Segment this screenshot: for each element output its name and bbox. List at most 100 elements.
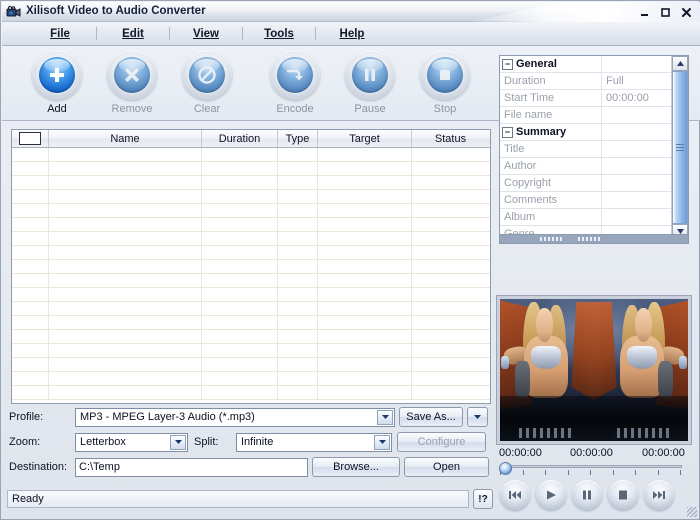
- property-row[interactable]: Duration Full: [500, 73, 672, 90]
- table-cell: [318, 162, 412, 175]
- previous-button[interactable]: [500, 480, 530, 510]
- property-row[interactable]: Album: [500, 209, 672, 226]
- table-row[interactable]: [12, 330, 490, 344]
- property-value[interactable]: [602, 124, 671, 140]
- toolbar-button-stop[interactable]: Stop: [410, 50, 480, 118]
- property-group-row[interactable]: − Summary: [500, 124, 672, 141]
- maximize-button[interactable]: [656, 4, 675, 20]
- table-row[interactable]: [12, 316, 490, 330]
- configure-button[interactable]: Configure: [397, 432, 486, 452]
- toolbar-button-pause[interactable]: Pause: [335, 50, 405, 118]
- table-row[interactable]: [12, 302, 490, 316]
- file-list-rows[interactable]: [12, 148, 490, 400]
- menu-item-view[interactable]: View: [170, 26, 242, 42]
- column-header-name[interactable]: Name: [49, 130, 202, 147]
- split-select[interactable]: Infinite: [236, 432, 392, 452]
- zoom-select[interactable]: Letterbox: [75, 432, 188, 452]
- property-value[interactable]: [602, 209, 671, 225]
- table-row[interactable]: [12, 176, 490, 190]
- table-row[interactable]: [12, 386, 490, 400]
- open-button[interactable]: Open: [404, 457, 489, 477]
- table-cell: [12, 302, 49, 315]
- table-row[interactable]: [12, 358, 490, 372]
- seek-track[interactable]: [500, 465, 682, 468]
- menu-item-file[interactable]: File: [24, 26, 96, 42]
- browse-button[interactable]: Browse...: [312, 457, 400, 477]
- table-row[interactable]: [12, 246, 490, 260]
- column-header-target[interactable]: Target: [318, 130, 412, 147]
- table-row[interactable]: [12, 190, 490, 204]
- property-value[interactable]: [602, 175, 671, 191]
- stop-button[interactable]: [608, 480, 638, 510]
- table-row[interactable]: [12, 162, 490, 176]
- help-button[interactable]: !?: [473, 489, 493, 509]
- next-button[interactable]: [644, 480, 674, 510]
- chevron-down-icon[interactable]: [374, 434, 390, 450]
- property-row[interactable]: Author: [500, 158, 672, 175]
- video-preview-panel[interactable]: [496, 295, 692, 445]
- property-group-row[interactable]: − General: [500, 56, 672, 73]
- toolbar-button-encode[interactable]: Encode: [260, 50, 330, 118]
- profile-select-value: MP3 - MPEG Layer-3 Audio (*.mp3): [80, 411, 255, 423]
- destination-label: Destination:: [9, 461, 68, 473]
- property-value[interactable]: [602, 56, 671, 72]
- property-grid-hscrollbar[interactable]: [499, 234, 689, 244]
- property-grid[interactable]: − General Duration Full Start Time 00:00:00 Fi…: [499, 55, 689, 240]
- property-grid-scrollbar[interactable]: [671, 56, 688, 239]
- table-cell: [412, 232, 489, 245]
- property-value[interactable]: [602, 141, 671, 157]
- save-as-dropdown-button[interactable]: [467, 407, 488, 427]
- chevron-down-icon[interactable]: [377, 409, 393, 425]
- table-row[interactable]: [12, 288, 490, 302]
- table-cell: [49, 372, 202, 385]
- table-row[interactable]: [12, 372, 490, 386]
- scrollbar-thumb[interactable]: [672, 71, 688, 224]
- property-value[interactable]: Full: [602, 73, 671, 89]
- play-button[interactable]: [536, 480, 566, 510]
- resize-grip[interactable]: [687, 507, 697, 517]
- property-row[interactable]: Title: [500, 141, 672, 158]
- profile-select[interactable]: MP3 - MPEG Layer-3 Audio (*.mp3): [75, 407, 395, 427]
- property-row[interactable]: Copyright: [500, 175, 672, 192]
- column-header-type[interactable]: Type: [278, 130, 318, 147]
- property-row[interactable]: File name: [500, 107, 672, 124]
- column-header-select-all[interactable]: [12, 130, 49, 147]
- table-row[interactable]: [12, 344, 490, 358]
- scroll-up-icon[interactable]: [672, 56, 688, 71]
- table-row[interactable]: [12, 148, 490, 162]
- save-as-button[interactable]: Save As...: [399, 407, 463, 427]
- toolbar-button-remove[interactable]: Remove: [97, 50, 167, 118]
- menu-item-tools[interactable]: Tools: [243, 26, 315, 42]
- column-header-duration[interactable]: Duration: [202, 130, 278, 147]
- collapse-icon[interactable]: −: [502, 126, 513, 138]
- file-list[interactable]: Name Duration Type Target Status: [11, 129, 491, 404]
- collapse-icon[interactable]: −: [502, 58, 513, 70]
- destination-input[interactable]: C:\Temp: [75, 457, 308, 477]
- property-value[interactable]: 00:00:00: [602, 90, 671, 106]
- seek-thumb[interactable]: [499, 462, 512, 475]
- chevron-down-icon[interactable]: [170, 434, 186, 450]
- toolbar-button-add[interactable]: Add: [22, 50, 92, 118]
- menu-item-help[interactable]: Help: [316, 26, 388, 42]
- table-cell: [49, 358, 202, 371]
- seek-slider[interactable]: [496, 461, 694, 475]
- property-row[interactable]: Start Time 00:00:00: [500, 90, 672, 107]
- close-button[interactable]: [677, 4, 696, 20]
- property-value[interactable]: [602, 107, 671, 123]
- menu-item-edit[interactable]: Edit: [97, 26, 169, 42]
- table-row[interactable]: [12, 204, 490, 218]
- property-value[interactable]: [602, 192, 671, 208]
- column-header-status[interactable]: Status: [412, 130, 489, 147]
- table-row[interactable]: [12, 232, 490, 246]
- table-row[interactable]: [12, 260, 490, 274]
- table-row[interactable]: [12, 218, 490, 232]
- minimize-button[interactable]: [635, 4, 654, 20]
- select-all-checkbox[interactable]: [19, 132, 41, 145]
- property-row[interactable]: Comments: [500, 192, 672, 209]
- property-value[interactable]: [602, 158, 671, 174]
- table-row[interactable]: [12, 274, 490, 288]
- pause-button[interactable]: [572, 480, 602, 510]
- table-cell: [12, 218, 49, 231]
- toolbar-button-clear[interactable]: Clear: [172, 50, 242, 118]
- property-name: File name: [500, 107, 602, 123]
